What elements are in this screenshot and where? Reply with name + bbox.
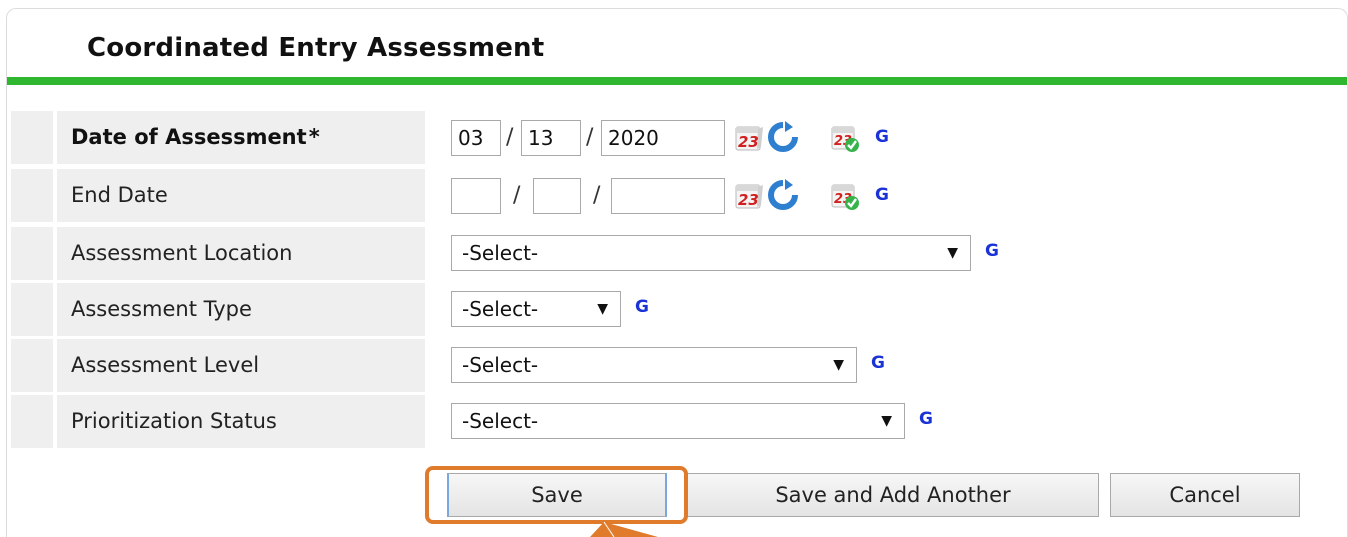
- date-separator: /: [593, 183, 601, 208]
- panel-header: Coordinated Entry Assessment: [7, 9, 1347, 85]
- select-value: -Select-: [462, 297, 539, 321]
- select-value: -Select-: [462, 241, 539, 265]
- date-separator: /: [506, 125, 514, 150]
- row-gutter: [11, 169, 53, 222]
- header-accent-bar: [7, 77, 1347, 85]
- end-date-field: / / 23 23 G: [429, 169, 1341, 222]
- assessment-month-input[interactable]: 03: [451, 120, 501, 156]
- calendar-check-icon[interactable]: 23: [829, 121, 861, 153]
- assessment-type-label: Assessment Type: [57, 283, 425, 336]
- row-assessment-type: Assessment Type -Select- ▼ G: [11, 283, 1341, 336]
- refresh-icon[interactable]: [767, 121, 799, 153]
- end-day-input[interactable]: [533, 178, 581, 214]
- assessment-level-label: Assessment Level: [57, 339, 425, 392]
- assessment-location-field: -Select- ▼ G: [429, 227, 1341, 280]
- assessment-level-select[interactable]: -Select- ▼: [451, 347, 857, 383]
- calendar-check-icon[interactable]: 23: [829, 179, 861, 211]
- cancel-button[interactable]: Cancel: [1110, 473, 1300, 517]
- row-gutter: [11, 395, 53, 448]
- end-date-label: End Date: [57, 169, 425, 222]
- assessment-type-select[interactable]: -Select- ▼: [451, 291, 621, 327]
- required-marker: *: [308, 125, 320, 149]
- assessment-type-field: -Select- ▼ G: [429, 283, 1341, 336]
- pointer-arrow-icon: [590, 521, 658, 537]
- refresh-icon[interactable]: [767, 179, 799, 211]
- svg-text:23: 23: [738, 133, 759, 151]
- prioritization-status-field: -Select- ▼ G: [429, 395, 1341, 448]
- page-title: Coordinated Entry Assessment: [87, 33, 545, 63]
- g-link[interactable]: G: [635, 297, 649, 317]
- row-end-date: End Date / / 23 23 G: [11, 169, 1341, 222]
- date-of-assessment-label: Date of Assessment*: [57, 111, 425, 164]
- calendar-icon[interactable]: 23: [733, 121, 765, 153]
- label-text: Date of Assessment: [71, 125, 307, 149]
- row-date-of-assessment: Date of Assessment* 03 / 13 / 2020 23 23…: [11, 111, 1341, 164]
- assessment-year-input[interactable]: 2020: [601, 120, 725, 156]
- g-link[interactable]: G: [875, 185, 889, 205]
- g-link[interactable]: G: [875, 127, 889, 147]
- date-separator: /: [513, 183, 521, 208]
- g-link[interactable]: G: [919, 409, 933, 429]
- prioritization-status-select[interactable]: -Select- ▼: [451, 403, 905, 439]
- chevron-down-icon: ▼: [947, 245, 958, 261]
- select-value: -Select-: [462, 353, 539, 377]
- date-of-assessment-field: 03 / 13 / 2020 23 23 G: [429, 111, 1341, 164]
- select-value: -Select-: [462, 409, 539, 433]
- row-assessment-level: Assessment Level -Select- ▼ G: [11, 339, 1341, 392]
- row-gutter: [11, 283, 53, 336]
- chevron-down-icon: ▼: [881, 413, 892, 429]
- assessment-location-label: Assessment Location: [57, 227, 425, 280]
- save-and-add-another-button[interactable]: Save and Add Another: [687, 473, 1099, 517]
- calendar-icon[interactable]: 23: [733, 179, 765, 211]
- row-prioritization-status: Prioritization Status -Select- ▼ G: [11, 395, 1341, 448]
- row-gutter: [11, 227, 53, 280]
- date-separator: /: [586, 125, 594, 150]
- row-gutter: [11, 111, 53, 164]
- svg-text:23: 23: [738, 191, 759, 209]
- g-link[interactable]: G: [985, 241, 999, 261]
- end-year-input[interactable]: [611, 178, 725, 214]
- assessment-location-select[interactable]: -Select- ▼: [451, 235, 971, 271]
- assessment-day-input[interactable]: 13: [521, 120, 581, 156]
- row-gutter: [11, 339, 53, 392]
- prioritization-status-label: Prioritization Status: [57, 395, 425, 448]
- end-month-input[interactable]: [451, 178, 501, 214]
- assessment-panel: Coordinated Entry Assessment Date of Ass…: [6, 8, 1348, 537]
- save-highlight-box: [425, 466, 688, 524]
- assessment-level-field: -Select- ▼ G: [429, 339, 1341, 392]
- chevron-down-icon: ▼: [833, 357, 844, 373]
- row-assessment-location: Assessment Location -Select- ▼ G: [11, 227, 1341, 280]
- g-link[interactable]: G: [871, 353, 885, 373]
- chevron-down-icon: ▼: [597, 301, 608, 317]
